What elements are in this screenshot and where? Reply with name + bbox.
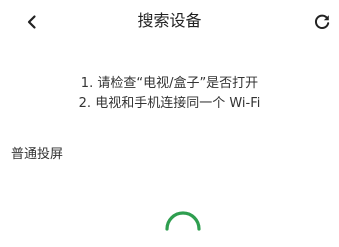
connection-tips: 1. 请检查“电视/盒子”是否打开 2. 电视和手机连接同一个 Wi-Fi bbox=[0, 74, 339, 114]
back-button[interactable] bbox=[18, 9, 46, 35]
loading-spinner-icon bbox=[165, 211, 201, 231]
header-bar: 搜索设备 bbox=[0, 0, 339, 44]
tip-line-1: 1. 请检查“电视/盒子”是否打开 bbox=[80, 76, 259, 91]
section-label-normal-cast: 普通投屏 bbox=[11, 147, 64, 162]
screen: 搜索设备 1. 请检查“电视/盒子”是否打开 2. 电视和手机连接同一个 Wi-… bbox=[0, 0, 339, 247]
chevron-left-icon bbox=[27, 15, 36, 29]
refresh-icon bbox=[314, 14, 330, 29]
tip-line-2: 2. 电视和手机连接同一个 Wi-Fi bbox=[78, 96, 261, 111]
refresh-button[interactable] bbox=[308, 9, 336, 35]
page-title: 搜索设备 bbox=[137, 11, 202, 30]
